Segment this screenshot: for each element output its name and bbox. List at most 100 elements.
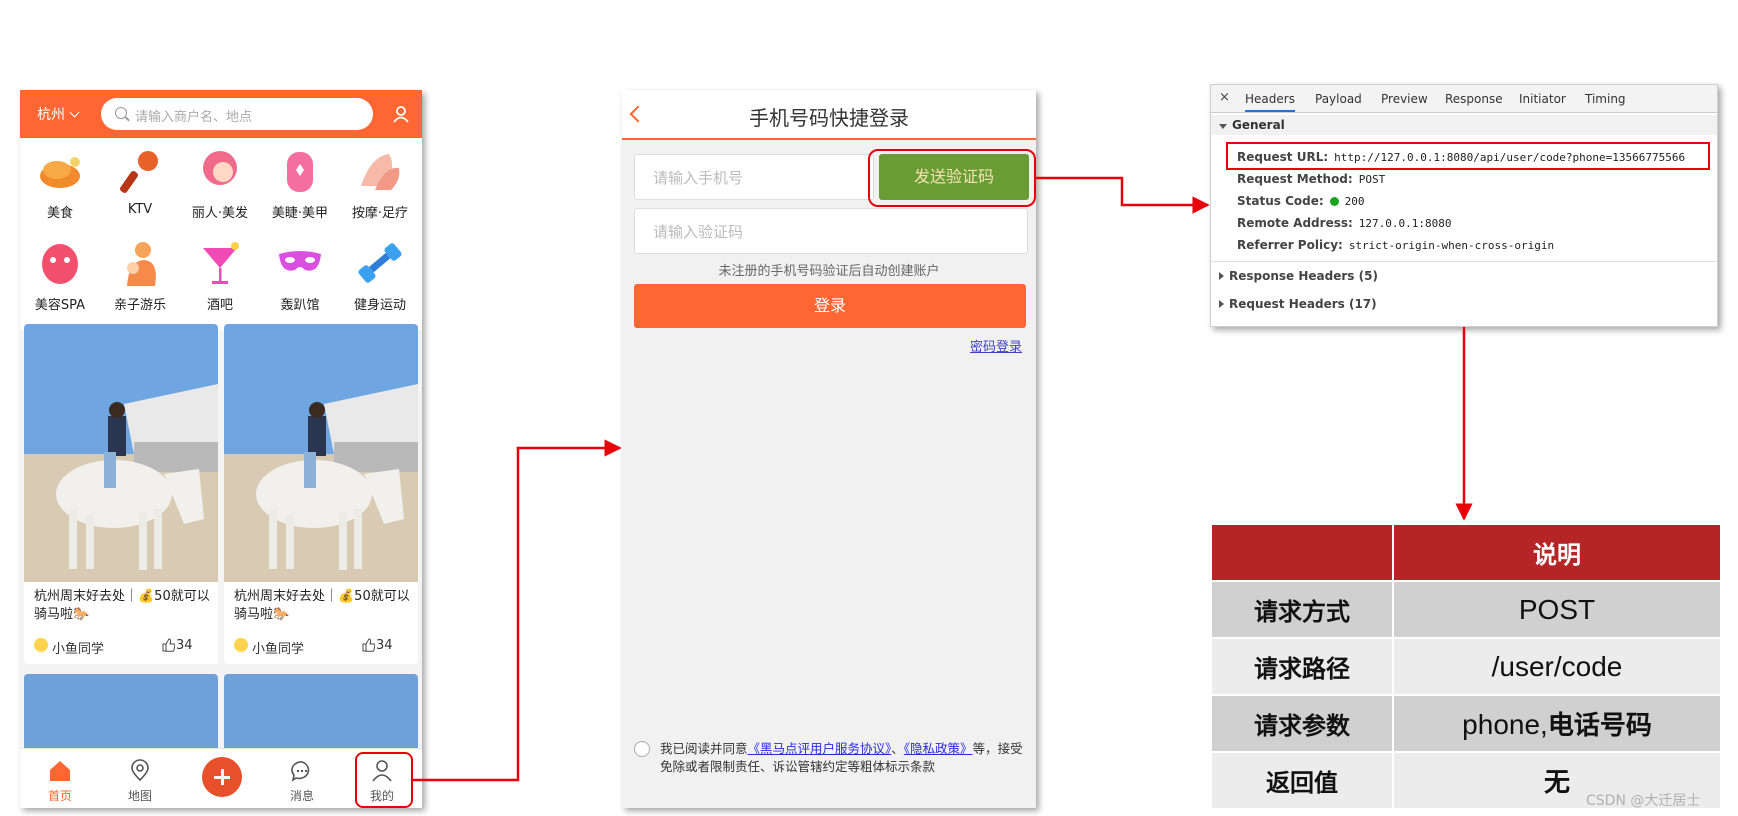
response-headers-label: Response Headers (5) xyxy=(1229,269,1378,283)
author-avatar xyxy=(34,638,48,652)
category-spa[interactable]: 美容SPA xyxy=(20,234,100,324)
table-row: 请求参数 phone,电话号码 xyxy=(1210,694,1722,753)
general-section-toggle[interactable]: General xyxy=(1211,115,1717,135)
row-key: 返回值 xyxy=(1210,751,1394,810)
category-label: 亲子游乐 xyxy=(113,298,166,313)
general-label: General xyxy=(1232,118,1285,132)
category-nail[interactable]: 美睫·美甲 xyxy=(260,142,340,232)
category-fitness[interactable]: 健身运动 xyxy=(340,234,420,324)
home-header: 杭州 请输入商户名、地点 xyxy=(20,90,422,138)
page-title: 手机号码快捷登录 xyxy=(749,106,909,130)
plus-icon[interactable] xyxy=(202,757,242,797)
category-label: 轰趴馆 xyxy=(280,298,320,313)
privacy-policy-link[interactable]: 《隐私政策》 xyxy=(904,741,973,756)
category-food[interactable]: 美食 xyxy=(20,142,100,232)
login-button[interactable]: 登录 xyxy=(634,284,1026,328)
search-input[interactable]: 请输入商户名、地点 xyxy=(101,98,373,130)
feed-card[interactable]: 杭州周末好去处｜💰50就可以骑马啦🐎 小鱼同学 34 xyxy=(224,324,418,664)
tab-initiator[interactable]: Initiator xyxy=(1519,92,1566,106)
row-key: 请求方式 xyxy=(1210,580,1394,639)
card-author: 小鱼同学 xyxy=(52,642,105,657)
table-header-description: 说明 xyxy=(1392,523,1722,582)
remote-address-value: 127.0.0.1:8080 xyxy=(1358,217,1452,230)
tab-label: 首页 xyxy=(47,789,72,803)
agree-separator: 、 xyxy=(891,741,904,756)
code-input[interactable]: 请输入验证码 xyxy=(634,208,1028,254)
status-ok-icon xyxy=(1329,197,1339,206)
city-selector[interactable]: 杭州 xyxy=(37,104,80,124)
card-likes: 34 xyxy=(376,638,393,653)
request-method-row: Request Method: POST xyxy=(1237,172,1385,186)
category-party[interactable]: 轰趴馆 xyxy=(260,234,340,324)
status-code-key: Status Code: xyxy=(1237,194,1324,208)
triangle-down-icon xyxy=(1219,124,1227,129)
card-title: 杭州周末好去处｜💰50就可以骑马啦🐎 xyxy=(34,589,210,622)
service-agreement-link[interactable]: 《黑马点评用户服务协议》 xyxy=(748,741,892,756)
table-header-row: 说明 xyxy=(1210,523,1722,582)
thumbs-up-icon[interactable] xyxy=(162,638,175,652)
family-icon xyxy=(127,242,156,286)
dumbbell-icon xyxy=(358,243,402,283)
watermark: CSDN @大迁居士 xyxy=(1586,793,1701,809)
tab-preview[interactable]: Preview xyxy=(1381,92,1428,106)
close-icon[interactable]: × xyxy=(1219,90,1230,105)
category-ktv[interactable]: KTV xyxy=(100,142,180,232)
feed-card-partial[interactable] xyxy=(24,674,218,754)
category-bar[interactable]: 酒吧 xyxy=(180,234,260,324)
chat-icon xyxy=(291,761,310,782)
tab-headers[interactable]: Headers xyxy=(1245,92,1295,112)
register-hint: 未注册的手机号码验证后自动创建账户 xyxy=(718,264,940,279)
category-family[interactable]: 亲子游乐 xyxy=(100,234,180,324)
card-likes: 34 xyxy=(176,638,193,653)
row-key: 请求路径 xyxy=(1210,637,1394,696)
tab-home[interactable]: 首页 xyxy=(20,749,100,808)
category-label: 美容SPA xyxy=(34,298,86,313)
card-photo xyxy=(224,324,418,582)
response-headers-toggle[interactable]: Response Headers (5) xyxy=(1219,269,1378,283)
tab-response[interactable]: Response xyxy=(1445,92,1503,106)
agree-checkbox[interactable] xyxy=(634,741,650,757)
user-icon[interactable] xyxy=(390,103,412,125)
phone-placeholder: 请输入手机号 xyxy=(653,169,744,187)
map-pin-icon xyxy=(131,759,149,782)
mine-tab-highlight xyxy=(355,752,413,808)
arrow-send-to-devtools xyxy=(1036,176,1210,214)
devtools-tab-bar: × Headers Payload Preview Response Initi… xyxy=(1211,85,1717,113)
search-icon xyxy=(115,107,127,119)
tab-label: 消息 xyxy=(289,789,314,803)
request-headers-toggle[interactable]: Request Headers (17) xyxy=(1219,297,1377,311)
referrer-policy-key: Referrer Policy: xyxy=(1237,238,1343,252)
category-beauty-hair[interactable]: 丽人·美发 xyxy=(180,142,260,232)
city-label: 杭州 xyxy=(37,107,65,123)
triangle-right-icon xyxy=(1219,272,1224,280)
api-spec-table: 说明 请求方式 POST 请求路径 /user/code 请求参数 phone,… xyxy=(1210,523,1722,810)
request-method-value: POST xyxy=(1358,173,1386,186)
request-headers-label: Request Headers (17) xyxy=(1229,297,1377,311)
table-header-empty xyxy=(1210,523,1394,582)
roast-chicken-icon xyxy=(40,157,80,188)
tab-timing[interactable]: Timing xyxy=(1585,92,1626,106)
table-row: 请求方式 POST xyxy=(1210,580,1722,639)
arrow-mine-to-login xyxy=(413,439,622,782)
feed-card[interactable]: 杭州周末好去处｜💰50就可以骑马啦🐎 小鱼同学 34 xyxy=(24,324,218,664)
thumbs-up-icon[interactable] xyxy=(362,638,375,652)
password-login-link[interactable]: 密码登录 xyxy=(970,336,1022,355)
request-method-key: Request Method: xyxy=(1237,172,1353,186)
hair-icon xyxy=(203,151,237,185)
row-value: /user/code xyxy=(1392,637,1722,696)
category-grid: 美食 KTV 丽人·美发 美睫·美甲 按摩·足疗 美容SPA 亲子游乐 酒吧 轰… xyxy=(20,138,422,330)
category-massage[interactable]: 按摩·足疗 xyxy=(340,142,420,232)
search-placeholder: 请输入商户名、地点 xyxy=(135,110,253,125)
tab-messages[interactable]: 消息 xyxy=(262,749,342,808)
category-label: 按摩·足疗 xyxy=(351,206,409,221)
tab-payload[interactable]: Payload xyxy=(1315,92,1362,106)
phone-input[interactable]: 请输入手机号 xyxy=(634,154,874,200)
agreement-text: 我已阅读并同意《黑马点评用户服务协议》、《隐私政策》等，接受免除或者限制责任、诉… xyxy=(660,740,1030,776)
feed-card-partial[interactable] xyxy=(224,674,418,754)
card-author: 小鱼同学 xyxy=(252,642,305,657)
home-icon xyxy=(50,761,70,781)
row-value-bold: 无 xyxy=(1543,768,1570,798)
tab-label: 地图 xyxy=(127,789,152,803)
tab-map[interactable]: 地图 xyxy=(100,749,180,808)
devtools-panel: × Headers Payload Preview Response Initi… xyxy=(1210,84,1718,327)
